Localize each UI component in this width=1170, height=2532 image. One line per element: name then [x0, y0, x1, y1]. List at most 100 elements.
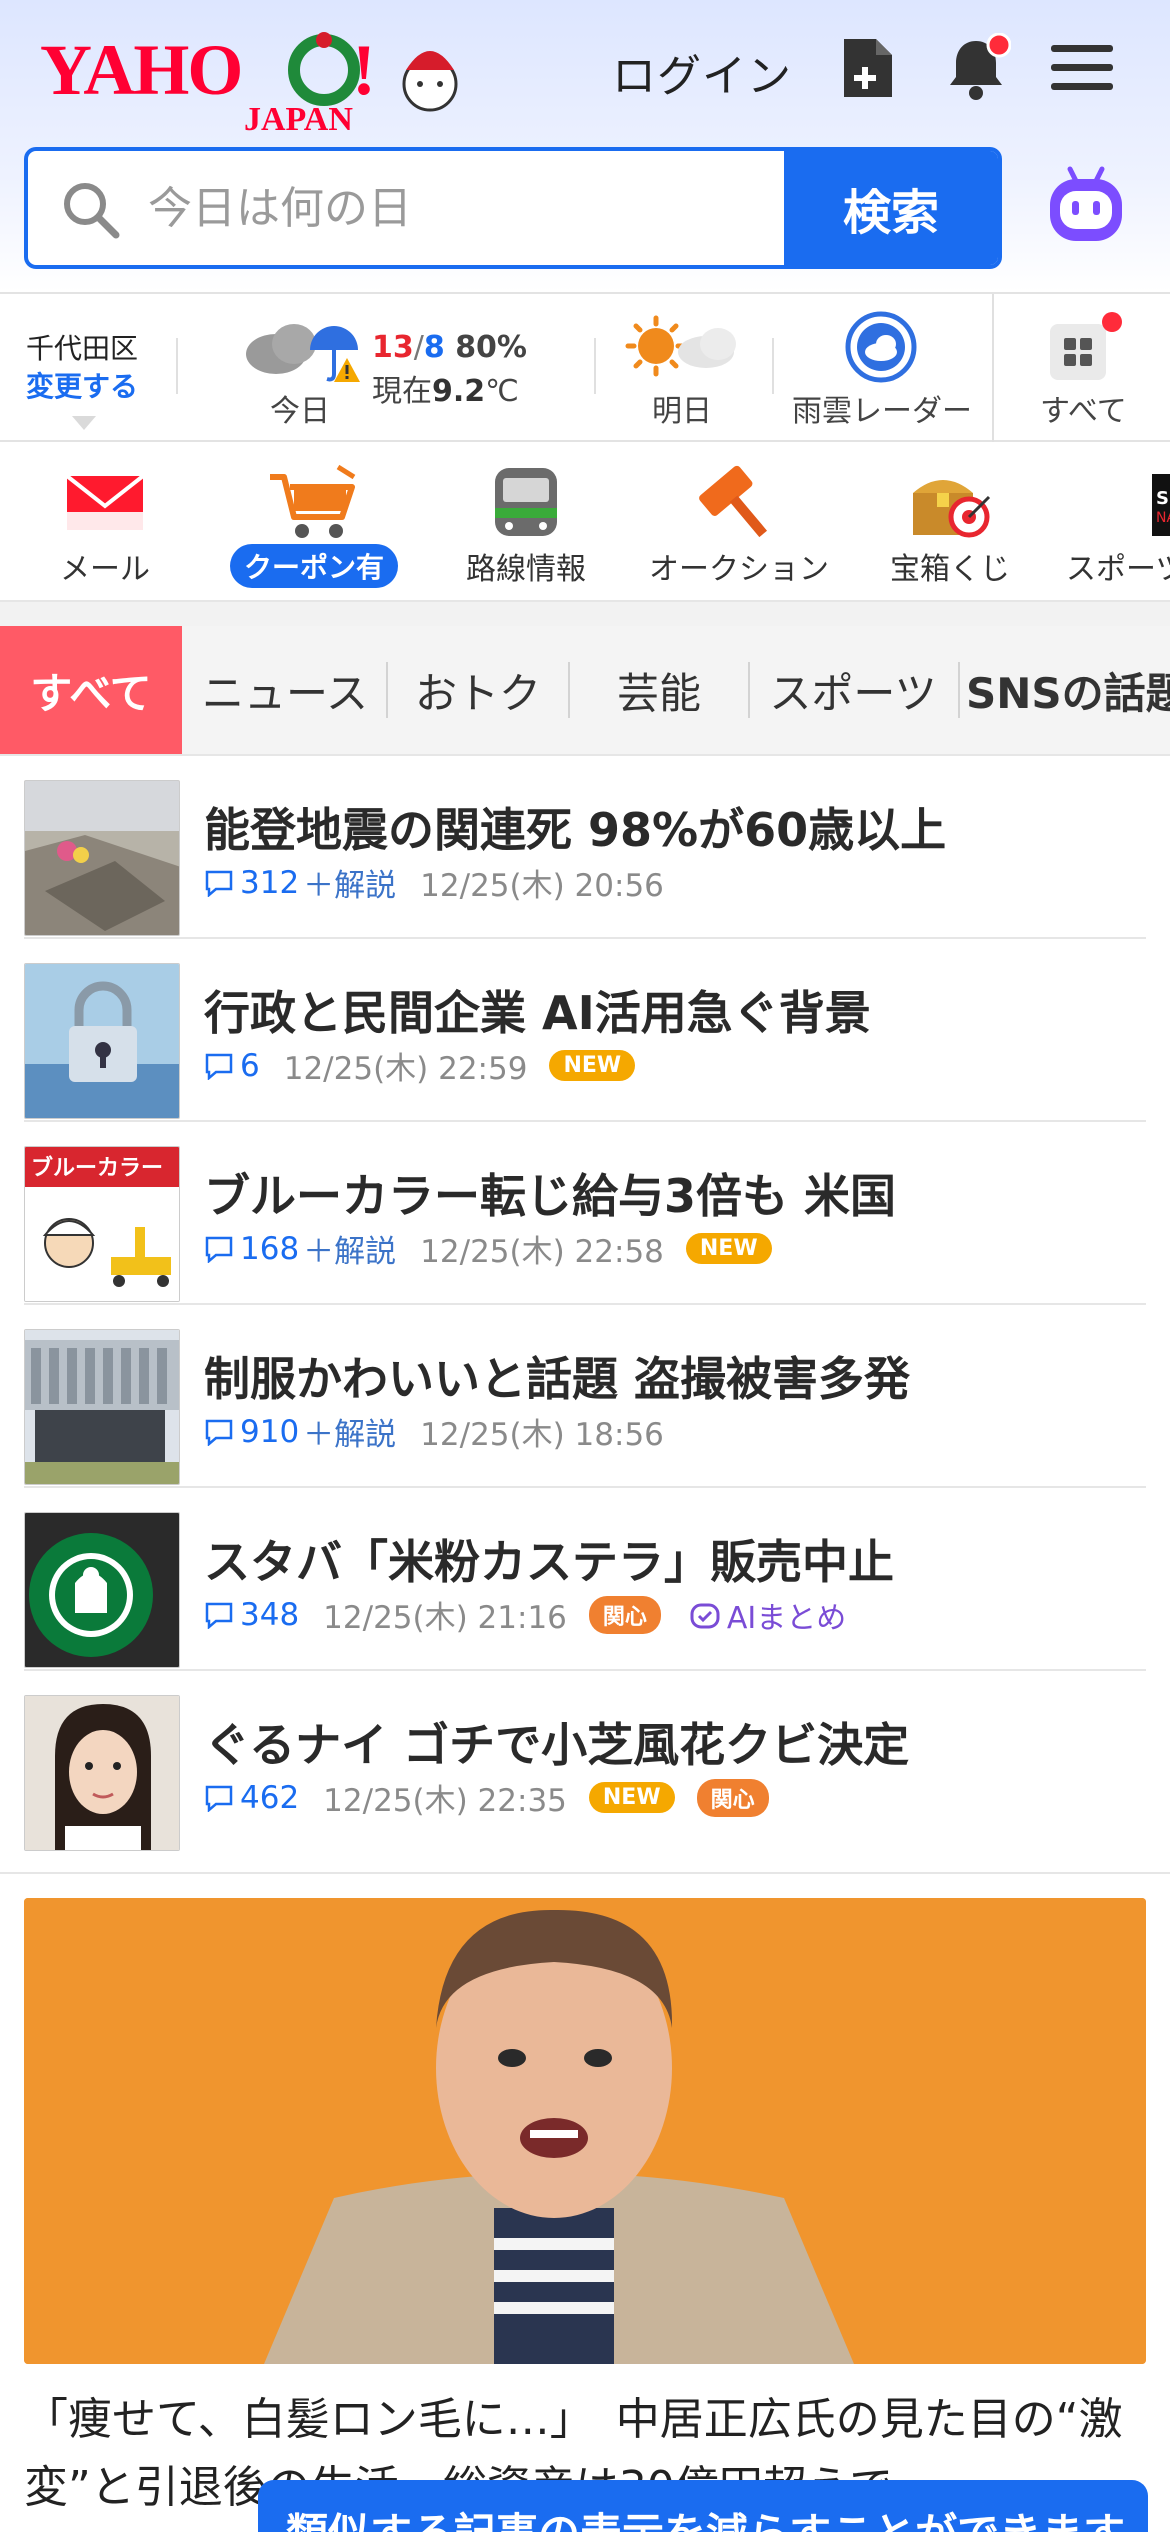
caret-down-icon: [72, 416, 96, 430]
service-shortcuts: メール クーポン有 路線情報 オークション 宝箱くじ SPONA スポーツ: [0, 444, 1170, 602]
news-item[interactable]: スタバ「米粉カステラ」販売中止 348 12/25(木) 21:16 関心 AI…: [24, 1488, 1146, 1671]
tab-sns[interactable]: SNSの話題: [966, 626, 1170, 754]
location-name: 千代田区: [26, 332, 139, 365]
temperature: 13/8 80%: [372, 330, 527, 365]
comment-icon: [205, 1419, 233, 1446]
news-thumbnail: ブルーカラー: [24, 1146, 180, 1302]
new-badge: NEW: [588, 1782, 675, 1813]
news-item[interactable]: ぐるナイ ゴチで小芝風花クビ決定 462 12/25(木) 22:35 NEW …: [24, 1671, 1146, 1854]
news-title: 能登地震の関連死 98%が60歳以上: [204, 803, 947, 857]
tab-news[interactable]: ニュース: [190, 626, 380, 754]
mail-icon: [65, 474, 145, 530]
sun-cloud-icon: [625, 315, 736, 377]
ai-summary-link[interactable]: AIまとめ: [689, 1593, 846, 1637]
news-meta: 462 12/25(木) 22:35 NEW 関心: [204, 1775, 769, 1820]
comment-count[interactable]: 910: [204, 1414, 299, 1450]
coupon-badge: クーポン有: [229, 544, 398, 588]
news-title: スタバ「米粉カステラ」販売中止: [204, 1535, 894, 1589]
comment-count[interactable]: 168: [204, 1231, 299, 1267]
toast-banner[interactable]: 類似する記事の表示を減らすことができます: [258, 2480, 1148, 2532]
category-tabs: すべて ニュース おトク 芸能 スポーツ SNSの話題: [0, 626, 1170, 756]
comment-icon: [205, 870, 233, 897]
news-title: 行政と民間企業 AI活用急ぐ背景: [204, 986, 871, 1040]
interest-badge: 関心: [696, 1778, 769, 1817]
add-page-icon[interactable]: [828, 28, 908, 108]
new-badge: NEW: [549, 1050, 636, 1081]
yahoo-japan-logo[interactable]: YAHO ! JAPAN: [34, 18, 474, 138]
svg-text:NA: NA: [1156, 510, 1170, 526]
news-meta: 910 ＋解説 12/25(木) 18:56: [204, 1409, 664, 1454]
svg-text:SPO: SPO: [1156, 488, 1170, 509]
weather-bar: 千代田区 変更する 13/8 80% 現在9.2℃ 今日 明日 雨雲レーダー す…: [0, 292, 1170, 442]
news-title: ブルーカラー転じ給与3倍も 米国: [204, 1169, 897, 1223]
news-date: 12/25(木) 22:59: [283, 1051, 528, 1087]
tab-sports[interactable]: スポーツ: [754, 626, 952, 754]
comment-count[interactable]: 6: [204, 1048, 260, 1084]
news-item[interactable]: 制服かわいいと話題 盗撮被害多発 910 ＋解説 12/25(木) 18:56: [24, 1305, 1146, 1488]
thumbnail-caption: ブルーカラー: [31, 1155, 163, 1181]
comment-count[interactable]: 312: [204, 865, 299, 901]
search-input[interactable]: [28, 151, 788, 265]
svg-text:!: !: [352, 30, 376, 110]
tab-all[interactable]: すべて: [0, 626, 182, 754]
news-title: 制服かわいいと話題 盗撮被害多発: [204, 1352, 911, 1406]
news-item[interactable]: 行政と民間企業 AI活用急ぐ背景 6 12/25(木) 22:59 NEW: [24, 939, 1146, 1122]
header: YAHO ! JAPAN ログイン 検索: [0, 0, 1170, 292]
menu-hamburger-icon[interactable]: [1042, 28, 1122, 108]
news-title: ぐるナイ ゴチで小芝風花クビ決定: [204, 1718, 910, 1772]
news-date: 12/25(木) 18:56: [420, 1417, 664, 1453]
radar-icon: [845, 311, 917, 383]
tomorrow-label: 明日: [652, 394, 712, 429]
today-label: 今日: [270, 394, 330, 429]
service-shopping[interactable]: クーポン有: [228, 462, 400, 588]
login-link[interactable]: ログイン: [612, 40, 792, 104]
news-meta: 6 12/25(木) 22:59 NEW: [204, 1043, 636, 1088]
service-mail[interactable]: メール: [40, 462, 170, 588]
comment-icon: [205, 1785, 233, 1812]
news-meta: 312 ＋解説 12/25(木) 20:56: [204, 860, 664, 905]
news-item[interactable]: ブルーカラー ブルーカラー転じ給与3倍も 米国 168 ＋解説 12/25(木)…: [24, 1122, 1146, 1305]
news-item[interactable]: 能登地震の関連死 98%が60歳以上 312 ＋解説 12/25(木) 20:5…: [24, 756, 1146, 939]
comment-count[interactable]: 348: [204, 1597, 299, 1633]
news-date: 12/25(木) 21:16: [323, 1600, 567, 1636]
svg-text:JAPAN: JAPAN: [244, 101, 353, 138]
comment-icon: [205, 1236, 233, 1263]
new-badge: NEW: [685, 1233, 772, 1264]
commentary-label: ＋解説: [303, 1234, 397, 1270]
comment-icon: [205, 1602, 233, 1629]
service-transit[interactable]: 路線情報: [458, 462, 594, 588]
location-block: 千代田区 変更する: [26, 330, 138, 406]
service-sports[interactable]: SPONA スポーツ: [1066, 462, 1170, 588]
news-thumbnail: [24, 1329, 180, 1485]
service-auction[interactable]: オークション: [644, 462, 834, 588]
radar-label: 雨雲レーダー: [792, 394, 972, 429]
commentary-label: ＋解説: [303, 1417, 397, 1453]
interest-badge: 関心: [588, 1595, 661, 1634]
train-icon: [495, 468, 557, 536]
all-label: すべて: [1040, 394, 1127, 429]
sports-icon: SPONA: [1152, 474, 1170, 536]
feature-image[interactable]: [24, 1898, 1146, 2364]
news-thumbnail: [24, 780, 180, 936]
tab-entertainment[interactable]: 芸能: [574, 626, 744, 754]
section-spacer: [0, 602, 1170, 626]
warning-icon: [334, 358, 360, 382]
news-date: 12/25(木) 20:56: [420, 868, 664, 904]
service-lottery[interactable]: 宝箱くじ: [880, 462, 1020, 588]
shopping-cart-icon: [270, 464, 356, 538]
change-location-link[interactable]: 変更する: [26, 368, 138, 406]
notification-bell-icon[interactable]: [936, 28, 1016, 108]
section-divider: [0, 1872, 1170, 1898]
tab-deals[interactable]: おトク: [392, 626, 564, 754]
commentary-label: ＋解説: [303, 868, 397, 904]
news-meta: 168 ＋解説 12/25(木) 22:58 NEW: [204, 1226, 772, 1271]
svg-text:YAHO: YAHO: [40, 30, 241, 110]
news-date: 12/25(木) 22:58: [420, 1234, 664, 1270]
news-thumbnail: [24, 963, 180, 1119]
ai-assistant-icon[interactable]: [1044, 163, 1128, 247]
news-thumbnail: [24, 1512, 180, 1668]
search-button[interactable]: 検索: [784, 151, 998, 265]
comment-count[interactable]: 462: [204, 1780, 299, 1816]
current-temp: 現在9.2℃: [372, 374, 519, 409]
treasure-box-icon: [913, 480, 991, 538]
